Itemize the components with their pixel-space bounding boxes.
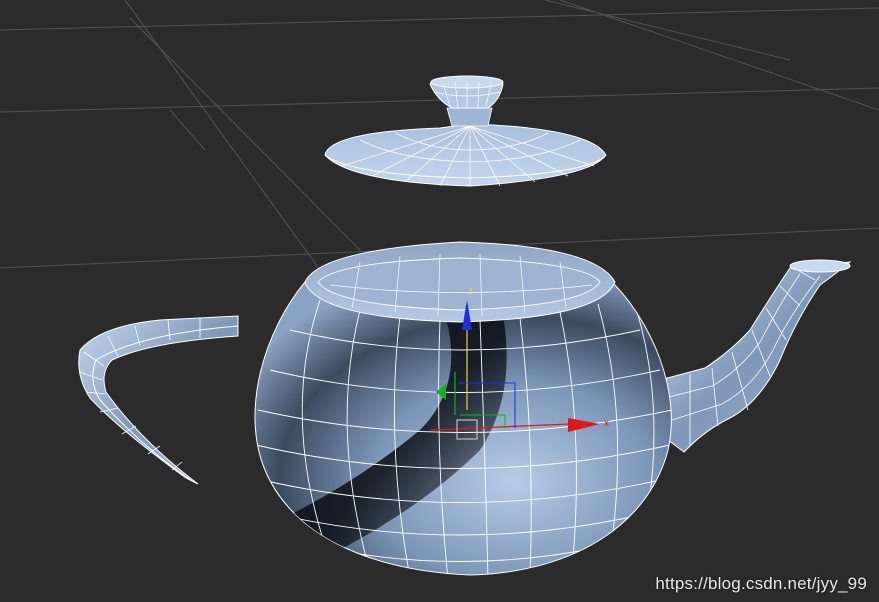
teapot-body[interactable] (254, 241, 672, 580)
3d-viewport[interactable]: z x (0, 0, 879, 602)
teapot-spout[interactable] (659, 259, 852, 453)
teapot-lid[interactable] (324, 75, 607, 187)
x-axis-label: x (604, 418, 609, 429)
watermark-url: https://blog.csdn.net/jyy_99 (655, 574, 867, 593)
teapot-handle[interactable] (78, 315, 239, 485)
z-axis-label: z (468, 286, 473, 297)
